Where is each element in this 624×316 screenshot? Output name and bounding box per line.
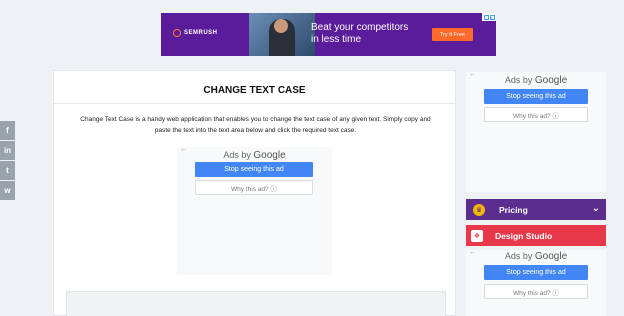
page-title: CHANGE TEXT CASE — [203, 85, 306, 96]
pricing-label: Pricing — [499, 204, 528, 215]
ad-photo — [249, 13, 315, 56]
facebook-icon[interactable]: f — [0, 121, 15, 140]
stop-seeing-ad-button[interactable]: Stop seeing this ad — [484, 89, 588, 104]
social-share-bar: f in t w — [0, 121, 15, 201]
stop-seeing-ad-button[interactable]: Stop seeing this ad — [484, 265, 588, 280]
crown-icon: ♛ — [473, 203, 485, 216]
ads-by-google-label: Ads by Google — [504, 251, 568, 262]
pricing-menu[interactable]: ♛ Pricing ⌄ — [466, 199, 606, 220]
why-this-ad-button[interactable]: Why this ad? ⓘ — [484, 107, 588, 122]
ads-by-google-label: Ads by Google — [223, 150, 286, 161]
design-studio-link[interactable]: ❖ Design Studio — [466, 225, 606, 246]
page-description: Change Text Case is a handy web applicat… — [80, 116, 431, 134]
chevron-down-icon[interactable]: ⌄ — [592, 203, 600, 214]
try-it-free-button[interactable]: Try It Free — [432, 28, 473, 41]
linkedin-icon[interactable]: in — [0, 141, 15, 160]
adchoices-icon[interactable]: ix — [482, 13, 496, 21]
design-studio-icon: ❖ — [471, 229, 483, 242]
twitter-icon[interactable]: t — [0, 161, 15, 180]
semrush-logo: SEMRUSH — [173, 29, 218, 37]
design-studio-label: Design Studio — [495, 230, 553, 241]
sidebar-google-ad-top: ← Ads by Google Stop seeing this ad Why … — [466, 71, 606, 192]
semrush-brand-text: SEMRUSH — [184, 30, 218, 36]
ad-headline: Beat your competitors in less time — [311, 22, 409, 45]
why-this-ad-button[interactable]: Why this ad? ⓘ — [484, 284, 588, 299]
whatsapp-icon[interactable]: w — [0, 181, 15, 200]
ads-by-google-label: Ads by Google — [504, 75, 568, 86]
main-card: CHANGE TEXT CASE Change Text Case is a h… — [53, 70, 456, 316]
text-input-area[interactable] — [66, 291, 446, 316]
why-this-ad-button[interactable]: Why this ad? ⓘ — [195, 180, 313, 195]
stop-seeing-ad-button[interactable]: Stop seeing this ad — [195, 162, 313, 177]
semrush-logo-icon — [173, 29, 181, 37]
top-banner-ad[interactable]: SEMRUSH Beat your competitors in less ti… — [161, 13, 496, 56]
inline-google-ad: ← Ads by Google Stop seeing this ad Why … — [177, 146, 332, 275]
title-divider — [54, 103, 455, 104]
sidebar-google-ad-bottom: ← Ads by Google Stop seeing this ad Why … — [466, 249, 606, 316]
